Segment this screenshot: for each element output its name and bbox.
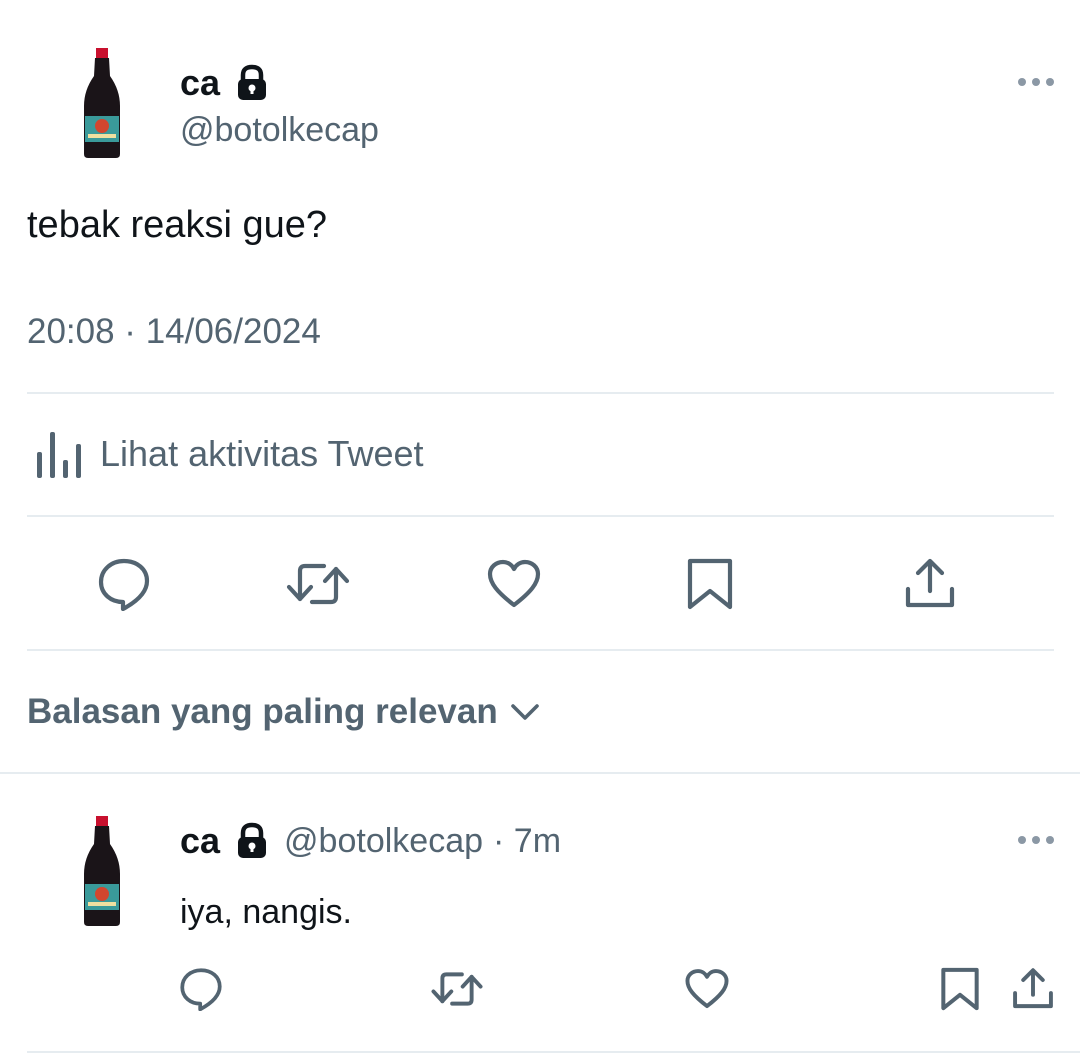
- bar-chart-icon: [36, 430, 82, 478]
- reply-author-avatar[interactable]: [62, 814, 142, 934]
- reply-sort-dropdown[interactable]: Balasan yang paling relevan: [27, 694, 540, 729]
- divider: [0, 772, 1080, 774]
- reply-header-row: ca @botolkecap · 7m: [180, 822, 561, 860]
- tweet-timestamp[interactable]: 20:08 · 14/06/2024: [27, 314, 321, 349]
- reply-sort-label: Balasan yang paling relevan: [27, 692, 498, 731]
- reply-bubble-icon: [97, 557, 151, 611]
- reply-author-handle[interactable]: @botolkecap: [284, 824, 483, 858]
- divider: [27, 515, 1054, 517]
- bookmark-icon: [940, 966, 980, 1012]
- reply-reply-button[interactable]: [178, 966, 224, 1012]
- reply-retweet-button[interactable]: [430, 966, 484, 1012]
- like-button[interactable]: [486, 556, 542, 612]
- share-icon: [1011, 967, 1055, 1011]
- tweet-activity-label: Lihat aktivitas Tweet: [100, 433, 424, 474]
- lock-icon: [234, 822, 270, 860]
- reply-author-name[interactable]: ca: [180, 823, 220, 859]
- divider: [27, 649, 1054, 651]
- reply-more-icon[interactable]: [1016, 834, 1056, 846]
- author-avatar[interactable]: [62, 46, 142, 166]
- author-handle[interactable]: @botolkecap: [180, 113, 379, 147]
- reply-time[interactable]: · 7m: [493, 824, 561, 858]
- chevron-down-icon: [510, 702, 540, 722]
- divider: [27, 1051, 1080, 1053]
- bookmark-icon: [686, 557, 734, 611]
- tweet-activity-link[interactable]: Lihat aktivitas Tweet: [36, 430, 424, 478]
- divider: [27, 392, 1054, 394]
- retweet-button[interactable]: [286, 556, 350, 612]
- more-icon[interactable]: [1016, 76, 1056, 88]
- author-name[interactable]: ca: [180, 65, 220, 101]
- lock-icon: [234, 64, 270, 102]
- share-icon: [903, 557, 957, 611]
- reply-like-button[interactable]: [684, 966, 730, 1012]
- heart-icon: [487, 559, 541, 609]
- reply-text: iya, nangis.: [180, 893, 352, 931]
- author-name-row: ca: [180, 64, 270, 102]
- reply-bubble-icon: [179, 967, 223, 1011]
- reply-share-button[interactable]: [1010, 966, 1056, 1012]
- reply-bookmark-button[interactable]: [938, 966, 982, 1012]
- share-button[interactable]: [902, 556, 958, 612]
- reply-button[interactable]: [96, 556, 152, 612]
- heart-icon: [685, 968, 729, 1010]
- bookmark-button[interactable]: [684, 556, 736, 612]
- retweet-icon: [431, 968, 483, 1010]
- tweet-text: tebak reaksi gue?: [27, 204, 327, 246]
- retweet-icon: [286, 559, 350, 609]
